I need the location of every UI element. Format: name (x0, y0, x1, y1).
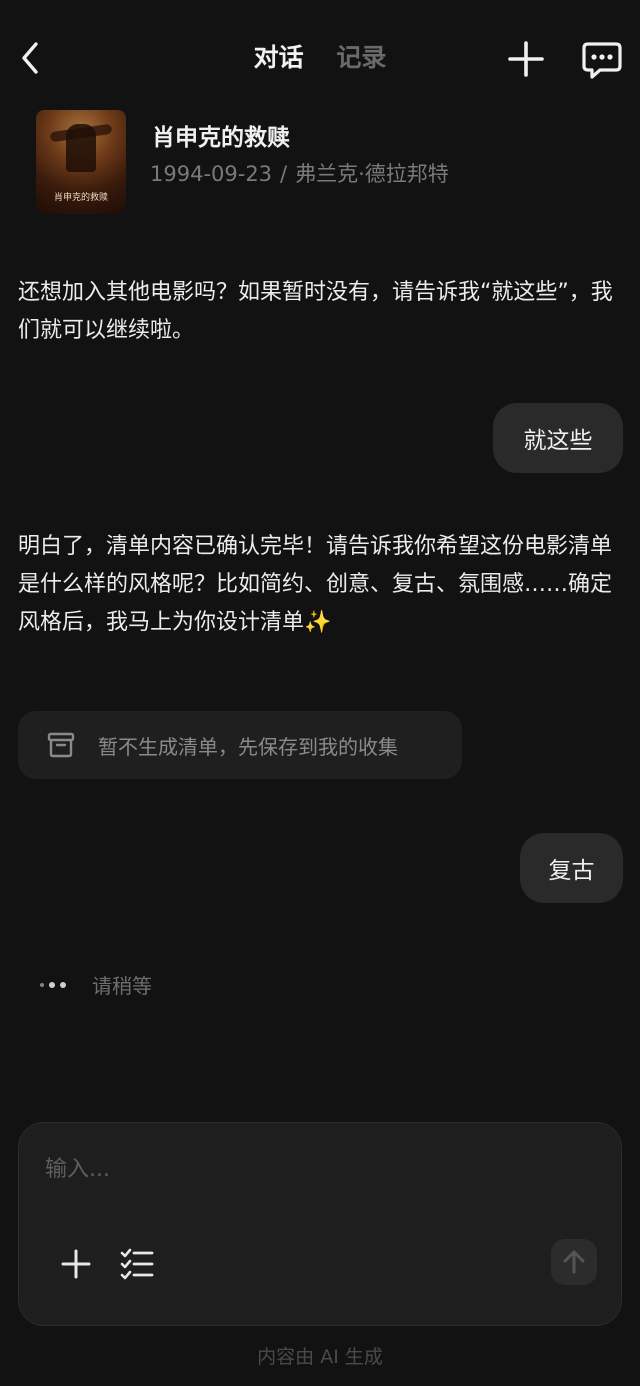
poster-title: 肖申克的救赎 (53, 193, 108, 203)
chat-bubble-button[interactable] (580, 38, 624, 82)
plus-icon (508, 41, 544, 77)
movie-title: 肖申克的救赎 (152, 125, 290, 151)
meta-separator: / (280, 162, 288, 186)
movie-poster: 肖申克的救赎 (36, 110, 126, 214)
loading-dots-icon (40, 981, 80, 988)
ai-message: 明白了，清单内容已确认完毕！请告诉我你希望这份电影清单是什么样的风格呢？比如简约… (18, 534, 613, 635)
user-message: 就这些 (493, 403, 623, 473)
message-input[interactable] (45, 1149, 585, 1189)
message-composer (18, 1122, 622, 1326)
top-bar: 对话 记录 (0, 0, 640, 112)
tab-records[interactable]: 记录 (336, 38, 386, 74)
typing-indicator: 请稍等 (40, 970, 152, 999)
release-date: 1994-09-23 (150, 162, 273, 186)
arrow-up-icon (563, 1250, 585, 1274)
tab-chat[interactable]: 对话 (254, 38, 304, 74)
checklist-icon (120, 1248, 154, 1280)
save-to-collection-button[interactable]: 暂不生成清单，先保存到我的收集 (18, 711, 462, 779)
user-message: 复古 (520, 833, 623, 903)
director: 弗兰克·德拉邦特 (295, 162, 449, 186)
archive-box-icon (47, 732, 75, 758)
new-chat-button[interactable] (505, 38, 547, 80)
ai-disclaimer: 内容由 AI 生成 (257, 1346, 383, 1368)
movie-meta: 1994-09-23 / 弗兰克·德拉邦特 (150, 158, 449, 188)
movie-card[interactable]: 肖申克的救赎 肖申克的救赎 1994-09-23 / 弗兰克·德拉邦特 (36, 110, 616, 220)
ai-message: 还想加入其他电影吗？如果暂时没有，请告诉我“就这些”，我们就可以继续啦。 (18, 280, 613, 343)
checklist-button[interactable] (119, 1247, 155, 1281)
chat-bubble-icon (582, 42, 622, 79)
save-chip-label: 暂不生成清单，先保存到我的收集 (98, 734, 398, 759)
typing-label: 请稍等 (92, 974, 152, 998)
send-button[interactable] (551, 1239, 597, 1285)
attach-button[interactable] (59, 1247, 93, 1281)
plus-icon (61, 1249, 91, 1279)
